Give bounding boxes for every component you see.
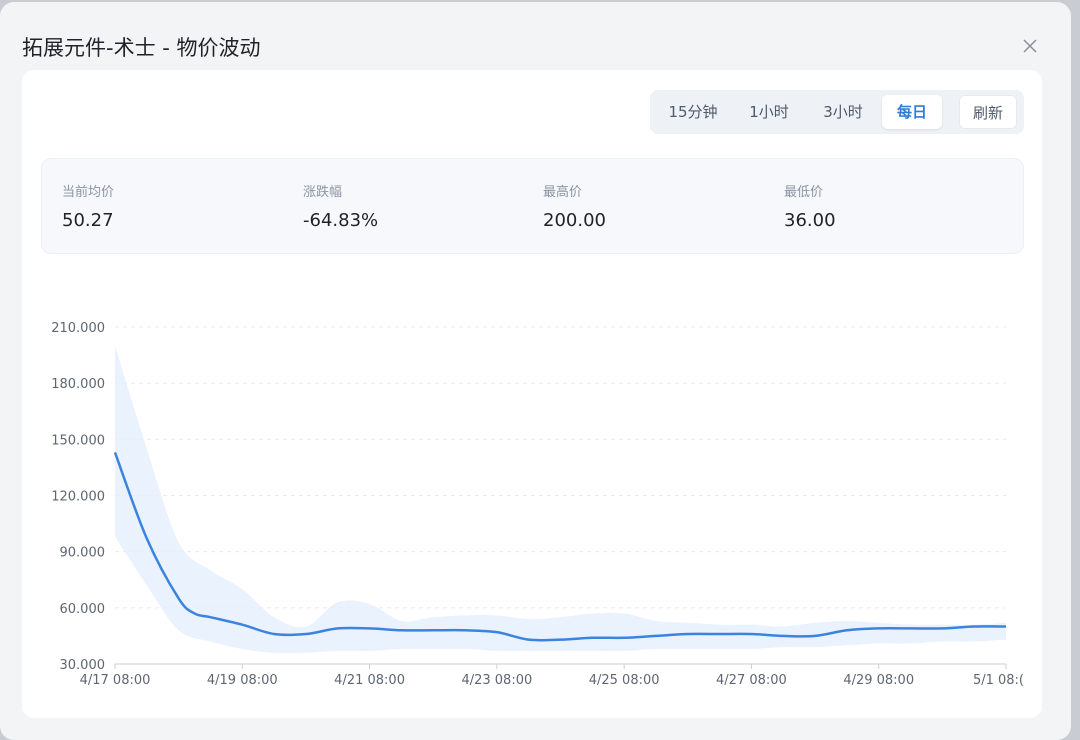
x-tick-label: 4/29 08:00 xyxy=(843,673,914,688)
y-tick-label: 120.000 xyxy=(51,490,105,505)
y-tick-label: 90.000 xyxy=(60,546,106,561)
x-tick-label: 4/17 08:00 xyxy=(80,673,151,688)
y-tick-label: 30.000 xyxy=(60,658,106,673)
close-icon xyxy=(1023,39,1037,53)
x-tick-label: 4/27 08:00 xyxy=(716,673,787,688)
dialog-title: 拓展元件-术士 - 物价波动 xyxy=(22,36,261,60)
x-tick-label: 4/21 08:00 xyxy=(334,673,405,688)
price-fluctuation-dialog: 拓展元件-术士 - 物价波动 15分钟 1小时 3小时 每日 刷新 当前均价 5… xyxy=(0,2,1071,740)
close-button[interactable] xyxy=(1018,34,1042,58)
y-tick-label: 210.000 xyxy=(51,321,105,336)
x-tick-label: 4/23 08:00 xyxy=(461,673,532,688)
y-tick-label: 150.000 xyxy=(51,433,105,448)
price-chart: 210.000 180.000 150.000 120.000 90.000 60.000… xyxy=(51,321,1024,688)
chart-card: 15分钟 1小时 3小时 每日 刷新 当前均价 50.27 涨跌幅 -64.83… xyxy=(22,70,1042,718)
x-tick-label: 4/25 08:00 xyxy=(589,673,660,688)
x-tick-label: 5/1 08:( xyxy=(973,673,1024,688)
price-range-band xyxy=(115,345,1006,654)
y-tick-label: 60.000 xyxy=(60,602,106,617)
x-tick-label: 4/19 08:00 xyxy=(207,673,278,688)
y-tick-label: 180.000 xyxy=(51,377,105,392)
